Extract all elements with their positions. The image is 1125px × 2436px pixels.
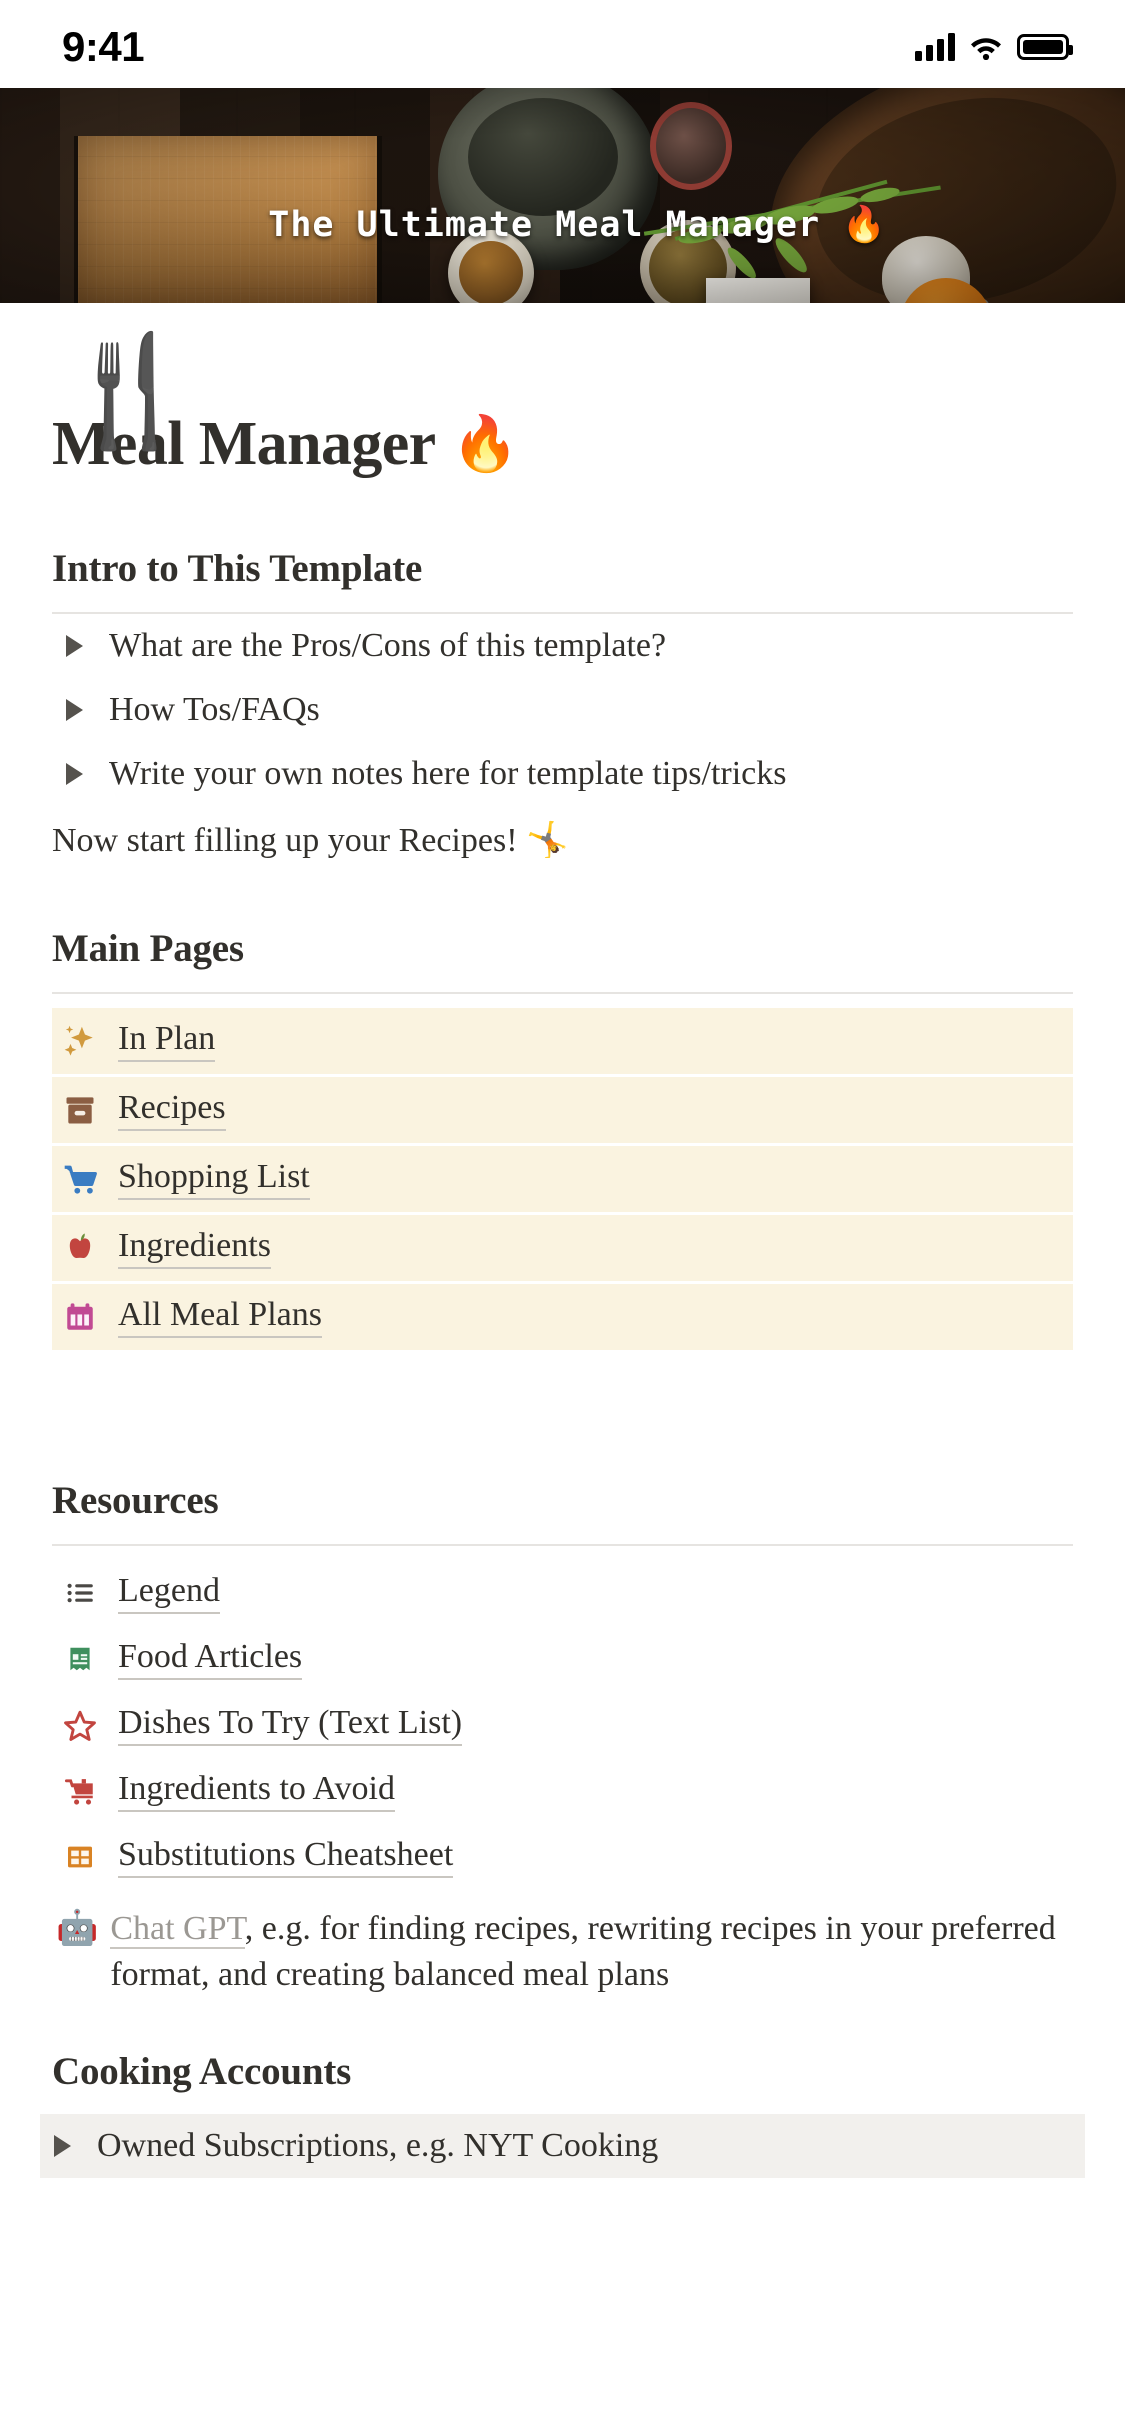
link-row-substitutions-cheatsheet[interactable]: Substitutions Cheatsheet <box>52 1824 1073 1890</box>
link-row-dishes-to-try[interactable]: Dishes To Try (Text List) <box>52 1692 1073 1758</box>
robot-icon: 🤖 <box>56 1910 99 1947</box>
cutlery-icon[interactable]: 🍴 <box>62 339 196 447</box>
fire-icon: 🔥 <box>451 414 519 474</box>
calendar-icon <box>60 1297 100 1337</box>
link-legend[interactable]: Legend <box>118 1572 220 1614</box>
toggle-label: How Tos/FAQs <box>109 691 320 728</box>
status-bar-icons <box>915 33 1073 61</box>
status-bar: 9:41 <box>0 0 1125 88</box>
link-row-shopping-list[interactable]: Shopping List <box>52 1146 1073 1212</box>
toggle-label: Write your own notes here for template t… <box>109 755 787 792</box>
toggle-own-notes[interactable]: Write your own notes here for template t… <box>52 742 1073 806</box>
main-pages-heading: Main Pages <box>52 927 244 970</box>
chevron-right-icon[interactable] <box>54 2135 71 2158</box>
link-ingredients-to-avoid[interactable]: Ingredients to Avoid <box>118 1770 395 1812</box>
status-bar-time: 9:41 <box>62 23 145 70</box>
link-row-all-meal-plans[interactable]: All Meal Plans <box>52 1284 1073 1350</box>
link-ingredients[interactable]: Ingredients <box>118 1227 271 1269</box>
chat-gpt-paragraph: 🤖 Chat GPT, e.g. for finding recipes, re… <box>52 1890 1073 1997</box>
link-food-articles[interactable]: Food Articles <box>118 1638 303 1680</box>
table-grid-icon <box>60 1837 100 1877</box>
chevron-right-icon[interactable] <box>66 763 83 785</box>
page-title: Meal Manager 🔥 <box>52 409 1073 480</box>
intro-heading: Intro to This Template <box>52 547 423 590</box>
toggle-owned-subscriptions[interactable]: Owned Subscriptions, e.g. NYT Cooking <box>40 2114 1085 2179</box>
signal-bars-icon <box>915 33 955 61</box>
battery-full-icon <box>1017 34 1073 60</box>
cover-title-text: The Ultimate Meal Manager 🔥 <box>268 205 887 245</box>
file-box-icon <box>60 1090 100 1130</box>
link-row-legend[interactable]: Legend <box>52 1560 1073 1626</box>
receipt-icon <box>60 1639 100 1679</box>
link-all-meal-plans[interactable]: All Meal Plans <box>118 1296 322 1338</box>
toggle-how-tos[interactable]: How Tos/FAQs <box>52 678 1073 742</box>
resources-divider <box>52 1544 1073 1546</box>
apple-icon <box>60 1228 100 1268</box>
bullet-list-icon <box>60 1573 100 1613</box>
link-row-food-articles[interactable]: Food Articles <box>52 1626 1073 1692</box>
page-body: 🍴 Meal Manager 🔥 Intro to This Template … <box>0 339 1125 2179</box>
chat-gpt-rest-text: , e.g. for finding recipes, rewriting re… <box>110 1910 1056 1993</box>
resources-heading: Resources <box>52 1479 219 1522</box>
shopping-cart-red-icon <box>60 1771 100 1811</box>
toggle-pros-cons[interactable]: What are the Pros/Cons of this template? <box>52 614 1073 678</box>
link-chat-gpt[interactable]: Chat GPT <box>110 1910 245 1949</box>
link-row-ingredients[interactable]: Ingredients <box>52 1215 1073 1281</box>
link-substitutions-cheatsheet[interactable]: Substitutions Cheatsheet <box>118 1836 454 1878</box>
link-row-ingredients-to-avoid[interactable]: Ingredients to Avoid <box>52 1758 1073 1824</box>
chevron-right-icon[interactable] <box>66 635 83 657</box>
intro-footer-text: Now start filling up your Recipes! 🤸 <box>52 822 569 859</box>
resources-list: Legend Food Articles Dishes To Try (Text… <box>52 1560 1073 1997</box>
wifi-icon <box>969 34 1003 61</box>
cover-photo <box>0 88 1125 303</box>
main-pages-divider <box>52 992 1073 994</box>
toggle-label: Owned Subscriptions, e.g. NYT Cooking <box>97 2127 659 2165</box>
main-pages-list: In Plan Recipes Shopping List Ingredient… <box>52 1008 1073 1350</box>
link-dishes-to-try[interactable]: Dishes To Try (Text List) <box>118 1704 463 1746</box>
sparkles-icon <box>60 1021 100 1061</box>
cooking-accounts-heading: Cooking Accounts <box>52 2050 352 2094</box>
link-in-plan[interactable]: In Plan <box>118 1020 216 1062</box>
link-row-in-plan[interactable]: In Plan <box>52 1008 1073 1074</box>
star-outline-icon <box>60 1705 100 1745</box>
shopping-cart-icon <box>60 1159 100 1199</box>
page-cover-image: The Ultimate Meal Manager 🔥 <box>0 88 1125 303</box>
link-row-recipes[interactable]: Recipes <box>52 1077 1073 1143</box>
link-shopping-list[interactable]: Shopping List <box>118 1158 310 1200</box>
link-recipes[interactable]: Recipes <box>118 1089 226 1131</box>
chevron-right-icon[interactable] <box>66 699 83 721</box>
toggle-label: What are the Pros/Cons of this template? <box>109 627 667 664</box>
